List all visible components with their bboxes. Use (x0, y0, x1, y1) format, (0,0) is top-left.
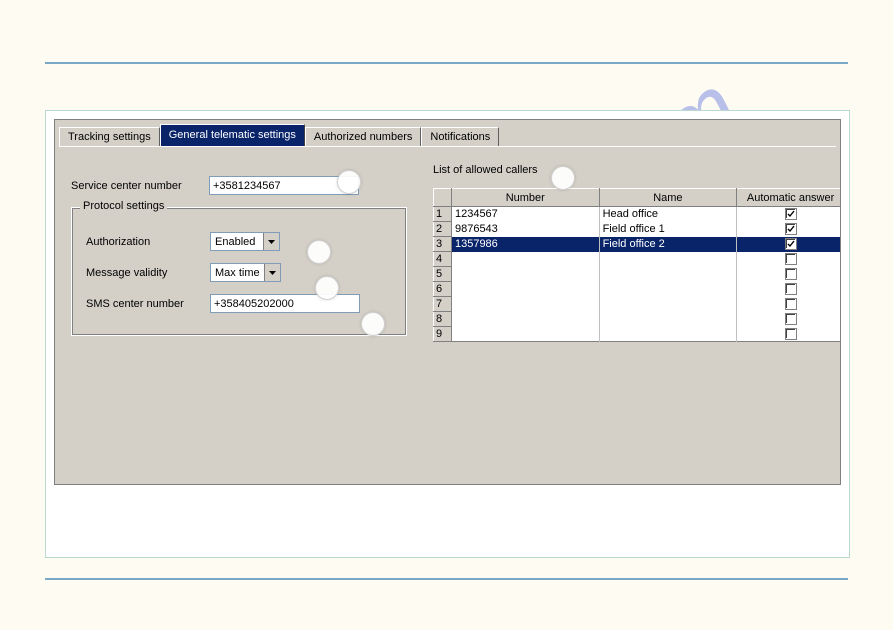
checkbox-icon[interactable] (785, 328, 797, 340)
row-index: 4 (434, 252, 452, 267)
cell-name[interactable] (599, 297, 737, 312)
cell-auto[interactable] (737, 222, 841, 237)
row-index: 7 (434, 297, 452, 312)
checkbox-icon[interactable] (785, 238, 797, 250)
table-row[interactable]: 4 (434, 252, 842, 267)
protocol-legend: Protocol settings (80, 200, 167, 212)
table-row[interactable]: 29876543Field office 1 (434, 222, 842, 237)
tab-general[interactable]: General telematic settings (160, 124, 305, 146)
cell-number[interactable] (451, 327, 599, 342)
checkbox-icon[interactable] (785, 268, 797, 280)
authorization-label: Authorization (86, 236, 210, 248)
checkbox-icon[interactable] (785, 283, 797, 295)
tab-strip: Tracking settings General telematic sett… (55, 120, 840, 146)
cell-number[interactable]: 1234567 (451, 207, 599, 222)
chevron-down-icon (263, 233, 279, 250)
checkbox-icon[interactable] (785, 298, 797, 310)
row-index: 9 (434, 327, 452, 342)
col-rownum (434, 189, 452, 207)
row-index: 3 (434, 237, 452, 252)
service-center-label: Service center number (71, 180, 209, 192)
divider-top (45, 62, 848, 64)
cell-number[interactable] (451, 252, 599, 267)
cell-name[interactable] (599, 252, 737, 267)
message-validity-value: Max time (211, 266, 264, 280)
cell-auto[interactable] (737, 207, 841, 222)
divider-bottom (45, 578, 848, 580)
tab-page-general: Service center number Protocol settings … (55, 146, 840, 484)
cell-number[interactable] (451, 297, 599, 312)
cell-number[interactable]: 9876543 (451, 222, 599, 237)
table-row[interactable]: 7 (434, 297, 842, 312)
cell-number[interactable]: 1357986 (451, 237, 599, 252)
cell-auto[interactable] (737, 267, 841, 282)
cell-name[interactable] (599, 312, 737, 327)
cell-name[interactable]: Field office 1 (599, 222, 737, 237)
tab-notifications[interactable]: Notifications (421, 127, 499, 147)
settings-dialog: Tracking settings General telematic sett… (54, 119, 841, 485)
row-index: 5 (434, 267, 452, 282)
table-row[interactable]: 31357986Field office 2 (434, 237, 842, 252)
checkbox-icon[interactable] (785, 253, 797, 265)
table-row[interactable]: 9 (434, 327, 842, 342)
callout-marker (337, 170, 361, 194)
cell-auto[interactable] (737, 282, 841, 297)
table-row[interactable]: 5 (434, 267, 842, 282)
cell-auto[interactable] (737, 297, 841, 312)
cell-name[interactable] (599, 282, 737, 297)
row-index: 8 (434, 312, 452, 327)
message-validity-label: Message validity (86, 267, 210, 279)
cell-auto[interactable] (737, 252, 841, 267)
authorization-value: Enabled (211, 235, 263, 249)
allowed-callers-label: List of allowed callers (433, 164, 832, 176)
tab-authorized[interactable]: Authorized numbers (305, 127, 421, 147)
row-index: 1 (434, 207, 452, 222)
col-number[interactable]: Number (451, 189, 599, 207)
checkbox-icon[interactable] (785, 208, 797, 220)
checkbox-icon[interactable] (785, 223, 797, 235)
col-auto[interactable]: Automatic answer (737, 189, 841, 207)
callout-marker (361, 312, 385, 336)
screenshot-frame: Tracking settings General telematic sett… (45, 110, 850, 558)
sms-center-label: SMS center number (86, 298, 210, 310)
cell-number[interactable] (451, 282, 599, 297)
callout-marker (307, 240, 331, 264)
chevron-down-icon (264, 264, 280, 281)
message-validity-select[interactable]: Max time (210, 263, 281, 282)
table-row[interactable]: 11234567Head office (434, 207, 842, 222)
cell-number[interactable] (451, 267, 599, 282)
table-row[interactable]: 8 (434, 312, 842, 327)
callout-marker (315, 276, 339, 300)
authorization-select[interactable]: Enabled (210, 232, 280, 251)
cell-name[interactable] (599, 267, 737, 282)
protocol-settings-group: Protocol settings Authorization Enabled … (71, 207, 407, 336)
allowed-callers-table: Number Name Automatic answer 11234567Hea… (433, 188, 841, 342)
cell-name[interactable] (599, 327, 737, 342)
row-index: 2 (434, 222, 452, 237)
col-name[interactable]: Name (599, 189, 737, 207)
tab-tracking[interactable]: Tracking settings (59, 127, 160, 147)
sms-center-input[interactable] (210, 294, 360, 313)
cell-auto[interactable] (737, 312, 841, 327)
cell-auto[interactable] (737, 237, 841, 252)
cell-name[interactable]: Head office (599, 207, 737, 222)
cell-name[interactable]: Field office 2 (599, 237, 737, 252)
checkbox-icon[interactable] (785, 313, 797, 325)
callout-marker (551, 166, 575, 190)
table-row[interactable]: 6 (434, 282, 842, 297)
row-index: 6 (434, 282, 452, 297)
cell-number[interactable] (451, 312, 599, 327)
cell-auto[interactable] (737, 327, 841, 342)
